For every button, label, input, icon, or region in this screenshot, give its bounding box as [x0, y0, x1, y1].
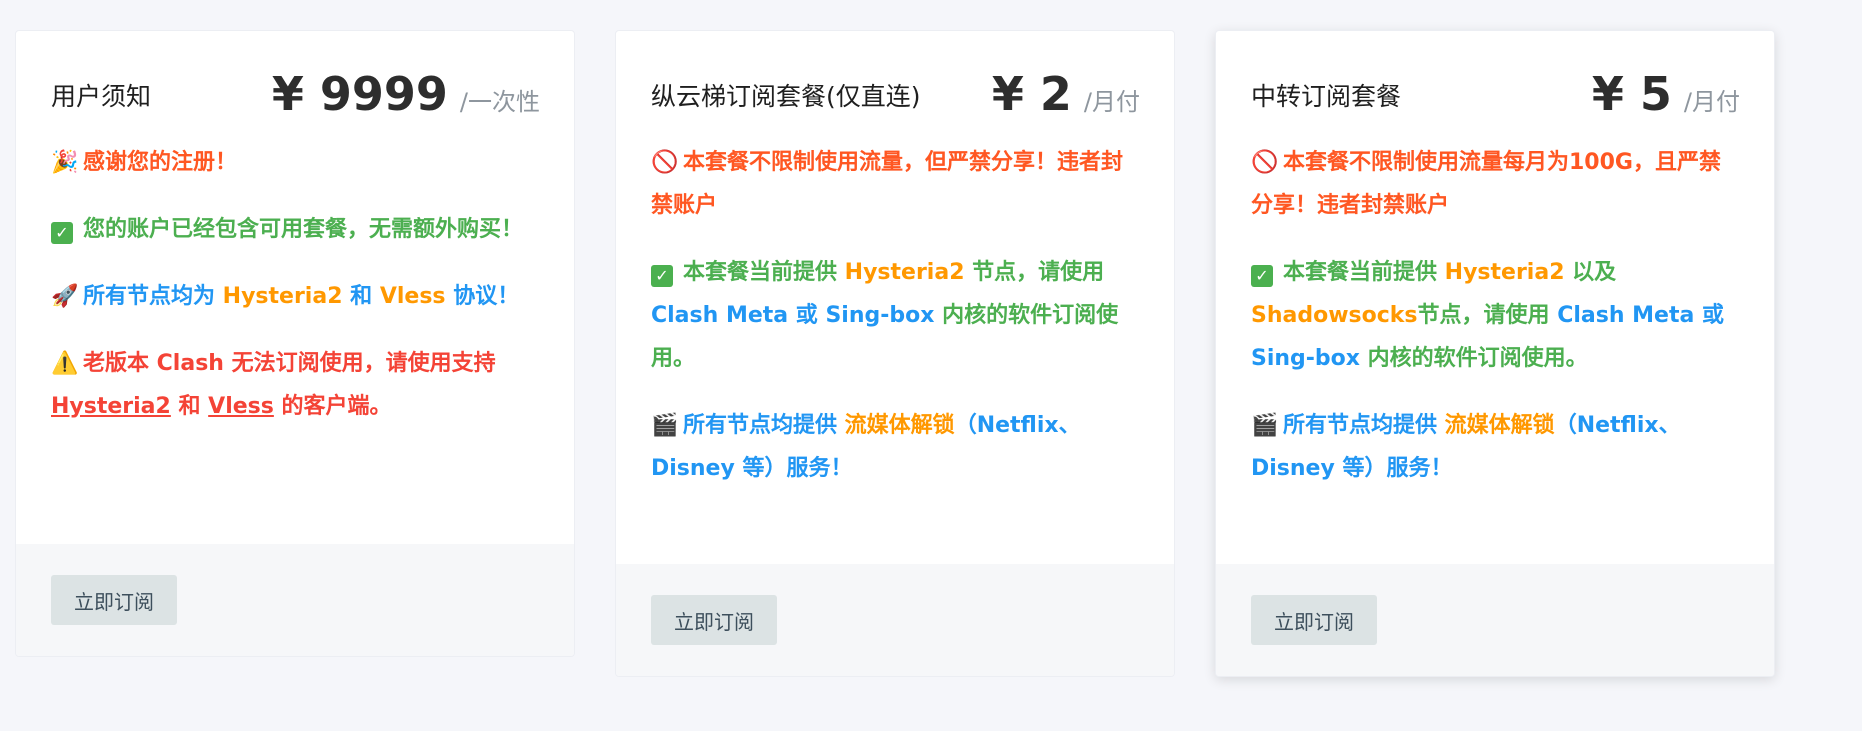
- notice-line-included: ✓ 您的账户已经包含可用套餐，无需额外购买！: [51, 208, 540, 251]
- plan-line-nodes: ✓ 本套餐当前提供 Hysteria2 以及 Shadowsocks节点，请使用 …: [1251, 260, 1724, 371]
- plan-card-footer: 立即订阅: [16, 544, 574, 656]
- check-mark-icon: ✓: [51, 222, 73, 244]
- subscribe-button[interactable]: 立即订阅: [651, 595, 777, 645]
- plan-card-header: 中转订阅套餐 ¥ 5 /月付: [1216, 31, 1774, 141]
- warning-icon: ⚠️: [51, 351, 79, 376]
- plan-description: 🎉 感谢您的注册！ ✓ 您的账户已经包含可用套餐，无需额外购买！ 🚀 所有节点均为 H…: [16, 141, 574, 428]
- rocket-icon: 🚀: [51, 284, 79, 309]
- subscribe-button[interactable]: 立即订阅: [1251, 595, 1377, 645]
- price-amount: ¥ 9999: [271, 67, 448, 121]
- clapper-board-icon: 🎬: [1251, 413, 1279, 438]
- plan-price: ¥ 2 /月付: [992, 67, 1140, 121]
- clapper-board-icon: 🎬: [651, 413, 679, 438]
- vless-link[interactable]: Vless: [208, 394, 274, 419]
- prohibited-icon: 🚫: [1251, 150, 1279, 175]
- price-period: /月付: [1083, 88, 1140, 116]
- price-amount: ¥ 5: [1591, 67, 1672, 121]
- notice-line-thanks: 🎉 感谢您的注册！: [51, 141, 540, 184]
- plan-title: 用户须知: [51, 82, 152, 111]
- price-period: /月付: [1683, 88, 1740, 116]
- plan-line-streaming: 🎬 所有节点均提供 流媒体解锁（Netflix、Disney 等）服务！: [651, 404, 1140, 490]
- price-amount: ¥ 2: [991, 67, 1072, 121]
- plan-card-direct: 纵云梯订阅套餐(仅直连) ¥ 2 /月付 🚫 本套餐不限制使用流量，但严禁分享！违…: [615, 30, 1175, 677]
- plan-card-footer: 立即订阅: [1216, 564, 1774, 676]
- plan-line-traffic: 🚫 本套餐不限制使用流量每月为100G，且严禁分享！违者封禁账户: [1251, 141, 1740, 227]
- party-popper-icon: 🎉: [51, 150, 79, 175]
- check-mark-icon: ✓: [1251, 265, 1273, 287]
- plan-price: ¥ 9999 /一次性: [272, 67, 540, 121]
- check-mark-icon: ✓: [651, 265, 673, 287]
- plan-card-header: 纵云梯订阅套餐(仅直连) ¥ 2 /月付: [616, 31, 1174, 141]
- plan-description: 🚫 本套餐不限制使用流量每月为100G，且严禁分享！违者封禁账户 ✓ 本套餐当前提供…: [1216, 141, 1774, 490]
- plan-price: ¥ 5 /月付: [1592, 67, 1740, 121]
- plan-title: 纵云梯订阅套餐(仅直连): [651, 82, 921, 111]
- plan-card-footer: 立即订阅: [616, 564, 1174, 676]
- plan-card-relay: 中转订阅套餐 ¥ 5 /月付 🚫 本套餐不限制使用流量每月为100G，且严禁分享！…: [1215, 30, 1775, 677]
- plan-card-user-notice: 用户须知 ¥ 9999 /一次性 🎉 感谢您的注册！ ✓ 您的账户已经包含可用套餐，…: [15, 30, 575, 657]
- plan-line-traffic: 🚫 本套餐不限制使用流量，但严禁分享！违者封禁账户: [651, 141, 1140, 227]
- prohibited-icon: 🚫: [651, 150, 679, 175]
- subscribe-button[interactable]: 立即订阅: [51, 575, 177, 625]
- price-period: /一次性: [459, 88, 540, 116]
- plan-card-header: 用户须知 ¥ 9999 /一次性: [16, 31, 574, 141]
- plan-title: 中转订阅套餐: [1251, 82, 1402, 111]
- notice-line-warning: ⚠️ 老版本 Clash 无法订阅使用，请使用支持 Hysteria2 和 Vle…: [51, 342, 540, 428]
- plan-line-nodes: ✓ 本套餐当前提供 Hysteria2 节点，请使用 Clash Meta 或 S…: [651, 260, 1119, 371]
- plan-line-streaming: 🎬 所有节点均提供 流媒体解锁（Netflix、Disney 等）服务！: [1251, 404, 1740, 490]
- plan-description: 🚫 本套餐不限制使用流量，但严禁分享！违者封禁账户 ✓ 本套餐当前提供 Hyster…: [616, 141, 1174, 490]
- notice-line-protocols: 🚀 所有节点均为 Hysteria2 和 Vless 协议！: [51, 275, 540, 318]
- hysteria2-link[interactable]: Hysteria2: [51, 394, 171, 419]
